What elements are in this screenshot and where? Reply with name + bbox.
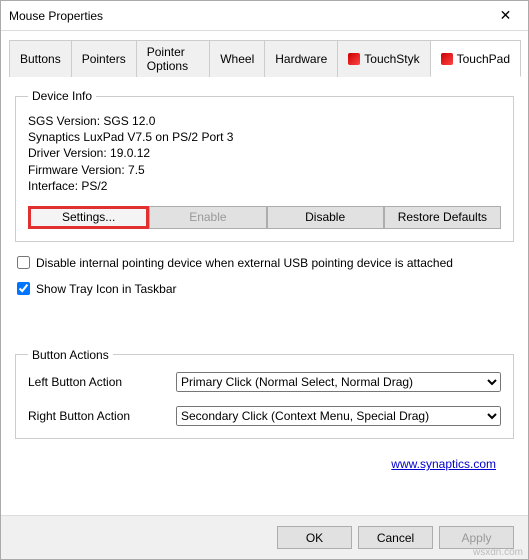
- restore-button[interactable]: Restore Defaults: [384, 206, 501, 229]
- cancel-button[interactable]: Cancel: [358, 526, 433, 549]
- show-tray-label: Show Tray Icon in Taskbar: [36, 282, 177, 296]
- button-actions-legend: Button Actions: [28, 348, 113, 362]
- show-tray-row: Show Tray Icon in Taskbar: [17, 282, 512, 296]
- titlebar: Mouse Properties ✕: [1, 1, 528, 31]
- link-row: www.synaptics.com: [15, 457, 514, 471]
- synaptics-icon: [441, 53, 453, 65]
- info-line: Interface: PS/2: [28, 178, 501, 194]
- disable-internal-checkbox[interactable]: [17, 256, 30, 269]
- device-info-group: Device Info SGS Version: SGS 12.0 Synapt…: [15, 89, 514, 242]
- window-title: Mouse Properties: [9, 9, 483, 23]
- right-button-label: Right Button Action: [28, 409, 168, 423]
- left-button-label: Left Button Action: [28, 375, 168, 389]
- disable-internal-label: Disable internal pointing device when ex…: [36, 256, 453, 270]
- device-button-row: Settings... Enable Disable Restore Defau…: [28, 206, 501, 229]
- tab-hardware[interactable]: Hardware: [264, 40, 338, 77]
- tab-content: Device Info SGS Version: SGS 12.0 Synapt…: [1, 77, 528, 515]
- tab-pointers[interactable]: Pointers: [71, 40, 137, 77]
- tab-touchstyk[interactable]: TouchStyk: [337, 40, 430, 77]
- synaptics-icon: [348, 53, 360, 65]
- synaptics-link[interactable]: www.synaptics.com: [391, 457, 496, 471]
- device-info-legend: Device Info: [28, 89, 96, 103]
- apply-button[interactable]: Apply: [439, 526, 514, 549]
- button-actions-group: Button Actions Left Button Action Primar…: [15, 348, 514, 439]
- info-line: Synaptics LuxPad V7.5 on PS/2 Port 3: [28, 129, 501, 145]
- tab-strip: Buttons Pointers Pointer Options Wheel H…: [9, 39, 520, 77]
- info-line: SGS Version: SGS 12.0: [28, 113, 501, 129]
- disable-internal-row: Disable internal pointing device when ex…: [17, 256, 512, 270]
- show-tray-checkbox[interactable]: [17, 282, 30, 295]
- dialog-button-row: OK Cancel Apply: [1, 515, 528, 559]
- close-button[interactable]: ✕: [483, 1, 528, 31]
- tab-touchpad[interactable]: TouchPad: [430, 40, 521, 77]
- ok-button[interactable]: OK: [277, 526, 352, 549]
- watermark: wsxdn.com: [473, 547, 523, 558]
- tab-pointer-options[interactable]: Pointer Options: [136, 40, 210, 77]
- enable-button[interactable]: Enable: [149, 206, 266, 229]
- left-button-select[interactable]: Primary Click (Normal Select, Normal Dra…: [176, 372, 501, 392]
- tab-buttons[interactable]: Buttons: [9, 40, 72, 77]
- info-line: Firmware Version: 7.5: [28, 162, 501, 178]
- close-icon: ✕: [500, 7, 512, 24]
- tab-wheel[interactable]: Wheel: [209, 40, 265, 77]
- info-line: Driver Version: 19.0.12: [28, 145, 501, 161]
- settings-button[interactable]: Settings...: [28, 206, 149, 229]
- disable-button[interactable]: Disable: [267, 206, 384, 229]
- right-button-select[interactable]: Secondary Click (Context Menu, Special D…: [176, 406, 501, 426]
